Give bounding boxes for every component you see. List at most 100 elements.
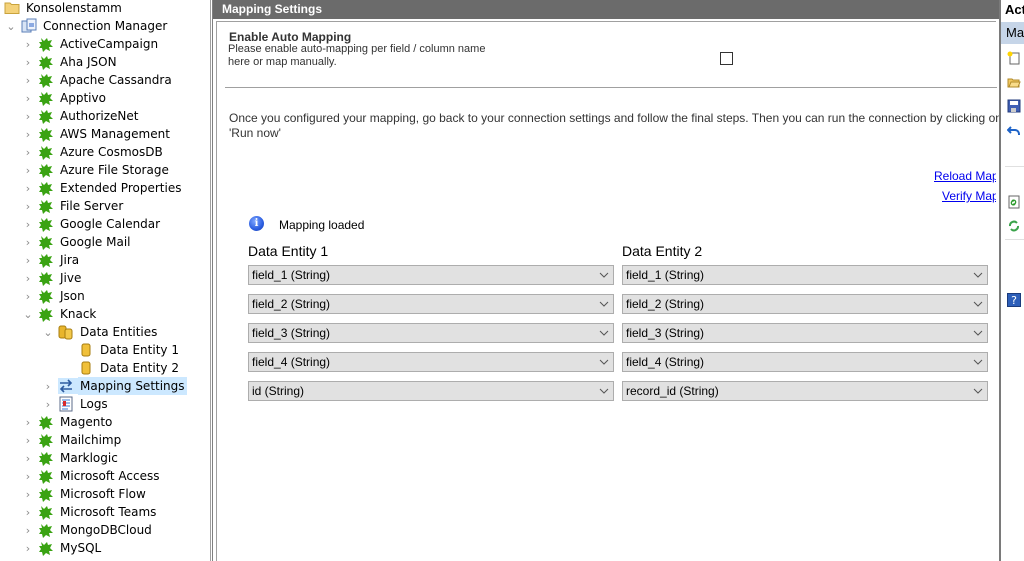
chevron-right-icon[interactable]: › (42, 395, 54, 413)
mapping-select-entity2[interactable]: field_1 (String) (622, 265, 988, 285)
tree-node-connector[interactable]: › File Server (22, 197, 125, 215)
tree-node-label: Konsolenstamm (26, 1, 122, 15)
tree-node-connector[interactable]: › Google Calendar (22, 215, 162, 233)
tree-node-label: Logs (80, 397, 108, 411)
tree-node-logs[interactable]: › Logs (42, 395, 110, 413)
chevron-right-icon[interactable]: › (22, 449, 34, 467)
chevron-down-icon[interactable] (972, 324, 984, 342)
mapping-select-entity2[interactable]: field_3 (String) (622, 323, 988, 343)
chevron-down-icon[interactable] (598, 295, 610, 313)
tree-node-knack[interactable]: ⌄ Knack (22, 305, 98, 323)
tree-node-connector[interactable]: › MySQL (22, 539, 103, 557)
chevron-right-icon[interactable]: › (22, 287, 34, 305)
tree-node-label: Google Calendar (60, 217, 161, 231)
connector-icon (38, 54, 54, 70)
chevron-down-icon[interactable] (972, 353, 984, 371)
chevron-right-icon[interactable]: › (22, 35, 34, 53)
new-icon[interactable] (1007, 51, 1021, 65)
chevron-right-icon[interactable]: › (22, 233, 34, 251)
tree-node-mapping-settings[interactable]: › Mapping Settings (42, 377, 187, 395)
tree-node-connector[interactable]: › AuthorizeNet (22, 107, 140, 125)
help-icon[interactable]: ? (1007, 293, 1021, 307)
tree-node-connector[interactable]: › Aha JSON (22, 53, 119, 71)
chevron-right-icon[interactable]: › (22, 53, 34, 71)
mapping-select-entity1[interactable]: field_1 (String) (248, 265, 614, 285)
auto-mapping-checkbox[interactable] (720, 52, 733, 65)
chevron-right-icon[interactable]: › (22, 431, 34, 449)
tree-node-connector[interactable]: › ActiveCampaign (22, 35, 160, 53)
chevron-down-icon[interactable]: ⌄ (42, 323, 54, 341)
chevron-right-icon[interactable]: › (22, 215, 34, 233)
chevron-right-icon[interactable]: › (22, 503, 34, 521)
verify-mapping-link[interactable]: Verify Mapping (942, 189, 996, 203)
refresh-icon[interactable] (1007, 219, 1021, 233)
chevron-right-icon[interactable]: › (22, 521, 34, 539)
instruction-text: Once you configured your mapping, go bac… (229, 111, 999, 125)
mapping-select-entity1[interactable]: field_2 (String) (248, 294, 614, 314)
chevron-right-icon[interactable]: › (22, 107, 34, 125)
tree-node-connection-manager[interactable]: ⌄ Connection Manager (5, 17, 169, 35)
chevron-right-icon[interactable]: › (22, 89, 34, 107)
tree-node-connector[interactable]: › Azure CosmosDB (22, 143, 165, 161)
tree-node-connector[interactable]: › Microsoft Teams (22, 503, 158, 521)
tree-node-root[interactable]: Konsolenstamm (4, 0, 124, 17)
chevron-right-icon[interactable]: › (42, 377, 54, 395)
mapping-select-entity2[interactable]: field_4 (String) (622, 352, 988, 372)
chevron-down-icon[interactable] (598, 353, 610, 371)
mapping-select-entity1[interactable]: field_3 (String) (248, 323, 614, 343)
connector-icon (38, 198, 54, 214)
chevron-down-icon[interactable] (598, 382, 610, 400)
tree-node-connector[interactable]: › Marklogic (22, 449, 120, 467)
database-icon (78, 342, 94, 358)
tree-node-connector[interactable]: › AWS Management (22, 125, 172, 143)
tree-node-data-entity-2[interactable]: Data Entity 2 (78, 359, 181, 377)
mapping-select-entity1[interactable]: id (String) (248, 381, 614, 401)
chevron-down-icon[interactable] (598, 266, 610, 284)
tree-node-label: Microsoft Teams (60, 505, 157, 519)
refresh-doc-icon[interactable] (1007, 195, 1021, 209)
chevron-right-icon[interactable]: › (22, 485, 34, 503)
chevron-down-icon[interactable] (972, 295, 984, 313)
tree-node-connector[interactable]: › Microsoft Access (22, 467, 162, 485)
tree-node-connector[interactable]: › Apptivo (22, 89, 108, 107)
chevron-right-icon[interactable]: › (22, 125, 34, 143)
chevron-right-icon[interactable]: › (22, 143, 34, 161)
tree-node-connector[interactable]: › Magento (22, 413, 114, 431)
chevron-down-icon[interactable]: ⌄ (22, 305, 34, 323)
chevron-right-icon[interactable]: › (22, 197, 34, 215)
chevron-right-icon[interactable]: › (22, 467, 34, 485)
chevron-right-icon[interactable]: › (22, 179, 34, 197)
save-icon[interactable] (1007, 99, 1021, 113)
tree-node-connector[interactable]: › Jira (22, 251, 81, 269)
tree-node-connector[interactable]: › Apache Cassandra (22, 71, 174, 89)
tree-node-label: AWS Management (60, 127, 170, 141)
tree-node-connector[interactable]: › Azure File Storage (22, 161, 171, 179)
open-icon[interactable] (1007, 75, 1021, 89)
chevron-down-icon[interactable] (972, 266, 984, 284)
chevron-right-icon[interactable]: › (22, 71, 34, 89)
undo-icon[interactable] (1006, 123, 1021, 137)
chevron-down-icon[interactable]: ⌄ (5, 17, 17, 35)
connector-icon (38, 414, 54, 430)
mapping-select-entity2[interactable]: field_2 (String) (622, 294, 988, 314)
tree-node-connector[interactable]: › Microsoft Flow (22, 485, 148, 503)
tree-node-connector[interactable]: › Google Mail (22, 233, 133, 251)
tree-node-connector[interactable]: › MongoDBCloud (22, 521, 154, 539)
tree-node-connector[interactable]: › Extended Properties (22, 179, 183, 197)
tree-node-data-entities[interactable]: ⌄ Data Entities (42, 323, 159, 341)
chevron-down-icon[interactable] (598, 324, 610, 342)
chevron-right-icon[interactable]: › (22, 269, 34, 287)
chevron-right-icon[interactable]: › (22, 539, 34, 557)
tree-node-connector[interactable]: › Jive (22, 269, 83, 287)
mapping-select-entity2[interactable]: record_id (String) (622, 381, 988, 401)
chevron-right-icon[interactable]: › (22, 161, 34, 179)
chevron-down-icon[interactable] (972, 382, 984, 400)
tree-node-connector[interactable]: › Json (22, 287, 87, 305)
navigation-tree[interactable]: Konsolenstamm ⌄ Connection Manager › Acti… (0, 0, 211, 561)
tree-node-data-entity-1[interactable]: Data Entity 1 (78, 341, 181, 359)
chevron-right-icon[interactable]: › (22, 251, 34, 269)
chevron-right-icon[interactable]: › (22, 413, 34, 431)
reload-mapping-link[interactable]: Reload Mapping (934, 169, 996, 183)
mapping-select-entity1[interactable]: field_4 (String) (248, 352, 614, 372)
tree-node-connector[interactable]: › Mailchimp (22, 431, 123, 449)
